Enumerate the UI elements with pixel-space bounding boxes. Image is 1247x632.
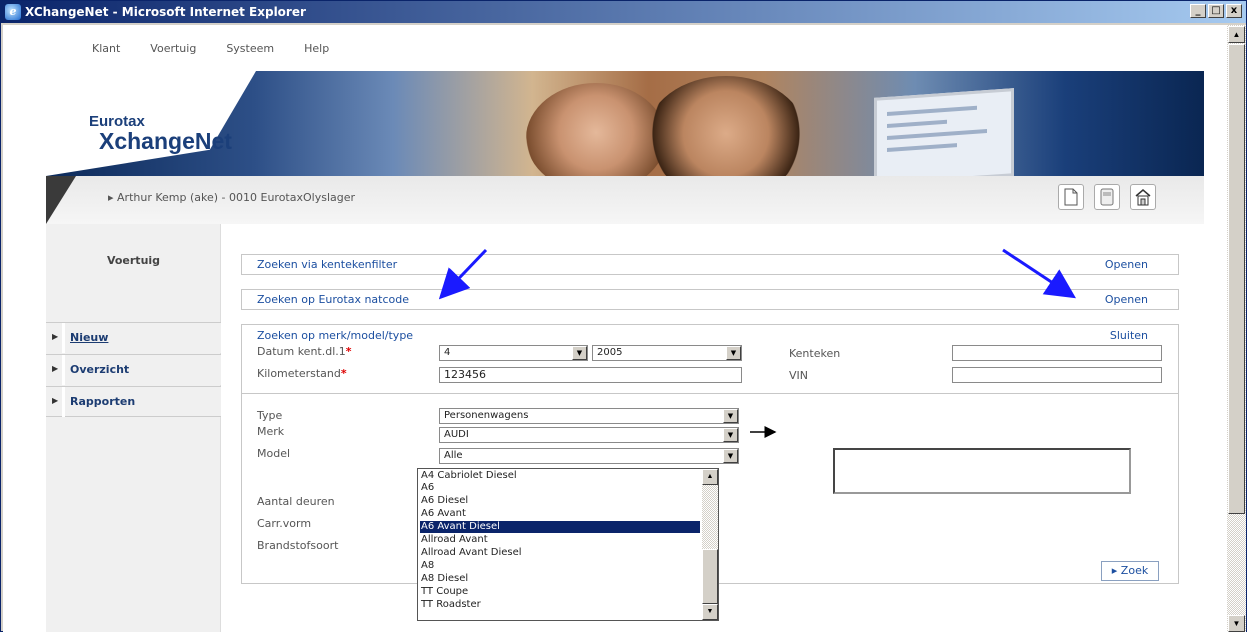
site: Klant Voertuig Systeem Help Eurotax Xcha… — [46, 25, 1204, 632]
type-select[interactable]: Personenwagens ▼ — [439, 408, 739, 424]
zoek-button[interactable]: ▸ Zoek — [1101, 561, 1159, 581]
section-divider — [242, 393, 1178, 394]
page-scrollbar[interactable]: ▲ ▼ — [1227, 25, 1246, 632]
chevron-down-icon: ▼ — [723, 428, 738, 442]
list-item[interactable]: A8 — [420, 560, 700, 572]
chevron-down-icon: ▼ — [723, 449, 738, 463]
sidebar-item-overzicht[interactable]: ▶ Overzicht — [46, 354, 221, 385]
list-item[interactable]: A4 Cabriolet Diesel — [420, 470, 700, 482]
panel-kenteken-title[interactable]: Zoeken via kentekenfilter — [257, 258, 397, 271]
main-content: Zoeken via kentekenfilter Openen Zoeken … — [221, 224, 1204, 632]
maximize-button[interactable]: □ — [1208, 4, 1224, 18]
page-viewport: Klant Voertuig Systeem Help Eurotax Xcha… — [3, 25, 1227, 632]
sidebar: Voertuig ▶ Nieuw ▶ Overzicht ▶ Rapporten — [46, 224, 221, 632]
merk-label: Merk — [257, 425, 285, 438]
list-item[interactable]: A6 Avant — [420, 508, 700, 520]
km-label: Kilometerstand* — [257, 367, 347, 380]
sidebar-item-label[interactable]: Nieuw — [70, 331, 108, 344]
brand-panel — [46, 71, 256, 176]
save-icon — [1100, 188, 1114, 206]
arrow-right-icon: ▶ — [52, 364, 59, 373]
browser-window: e XChangeNet - Microsoft Internet Explor… — [0, 0, 1247, 632]
banner-photo-man — [646, 76, 806, 176]
brand-logo-line2: XchangeNet — [99, 128, 232, 154]
dropdown-scroll-thumb[interactable] — [702, 549, 718, 604]
user-bar: ▸ Arthur Kemp (ake) - 0010 EurotaxOlysla… — [46, 176, 1204, 224]
home-icon — [1135, 189, 1151, 206]
list-item[interactable]: TT Roadster — [420, 599, 700, 611]
close-button[interactable]: x — [1226, 4, 1242, 18]
vin-input[interactable] — [952, 367, 1162, 383]
page-scroll-thumb[interactable] — [1228, 44, 1245, 514]
sidebar-item-label[interactable]: Overzicht — [70, 363, 129, 376]
chevron-down-icon: ▼ — [723, 409, 738, 423]
panel-kentekenfilter: Zoeken via kentekenfilter Openen — [241, 254, 1179, 275]
panel-natcode: Zoeken op Eurotax natcode Openen — [241, 289, 1179, 310]
decorative-wedge — [46, 176, 76, 224]
window-title: XChangeNet - Microsoft Internet Explorer — [25, 5, 306, 19]
model-dropdown-list[interactable]: A4 Cabriolet Diesel A6 A6 Diesel A6 Avan… — [417, 468, 719, 621]
datum-month-select[interactable]: 4 ▼ — [439, 345, 588, 361]
sidebar-item-label[interactable]: Rapporten — [70, 395, 135, 408]
menu-voertuig[interactable]: Voertuig — [150, 42, 196, 55]
result-listbox[interactable] — [833, 448, 1131, 494]
title-bar: e XChangeNet - Microsoft Internet Explor… — [1, 1, 1246, 23]
scroll-up-icon[interactable]: ▲ — [702, 469, 718, 485]
menu-help[interactable]: Help — [304, 42, 329, 55]
top-menu: Klant Voertuig Systeem Help — [46, 25, 1204, 71]
sidebar-item-rapporten[interactable]: ▶ Rapporten — [46, 386, 221, 417]
arrow-right-icon: ▶ — [52, 396, 59, 405]
panel-natcode-open-link[interactable]: Openen — [1105, 293, 1148, 306]
new-document-icon — [1064, 188, 1078, 206]
panel-natcode-title[interactable]: Zoeken op Eurotax natcode — [257, 293, 409, 306]
kenteken-input[interactable] — [952, 345, 1162, 361]
home-button[interactable] — [1130, 184, 1156, 210]
banner: Eurotax XchangeNet — [46, 71, 1204, 176]
menu-systeem[interactable]: Systeem — [226, 42, 274, 55]
panel-kenteken-open-link[interactable]: Openen — [1105, 258, 1148, 271]
banner-monitor — [874, 88, 1014, 176]
list-item-selected[interactable]: A6 Avant Diesel — [420, 521, 700, 533]
chevron-down-icon: ▼ — [726, 346, 741, 360]
datum-label: Datum kent.dl.1* — [257, 345, 352, 358]
list-item[interactable]: TT Coupe — [420, 586, 700, 598]
model-label: Model — [257, 447, 291, 460]
new-document-button[interactable] — [1058, 184, 1084, 210]
list-item[interactable]: A8 Diesel — [420, 573, 700, 585]
chevron-down-icon: ▼ — [572, 346, 587, 360]
dropdown-scrollbar[interactable]: ▲ ▼ — [702, 469, 718, 620]
vin-label: VIN — [789, 369, 808, 382]
merk-select[interactable]: AUDI ▼ — [439, 427, 739, 443]
list-item[interactable]: A6 Diesel — [420, 495, 700, 507]
datum-year-select[interactable]: 2005 ▼ — [592, 345, 742, 361]
ie-icon: e — [5, 4, 21, 20]
brandstof-label: Brandstofsoort — [257, 539, 339, 552]
banner-photo-woman — [526, 83, 666, 176]
scroll-down-icon[interactable]: ▼ — [702, 604, 718, 620]
minimize-button[interactable]: _ — [1190, 4, 1206, 18]
sidebar-section-title: Voertuig — [106, 254, 161, 267]
save-button[interactable] — [1094, 184, 1120, 210]
menu-klant[interactable]: Klant — [92, 42, 120, 55]
scroll-down-icon[interactable]: ▼ — [1228, 615, 1245, 632]
scroll-up-icon[interactable]: ▲ — [1228, 26, 1245, 43]
type-label: Type — [257, 409, 283, 422]
sidebar-item-nieuw[interactable]: ▶ Nieuw — [46, 322, 221, 353]
model-select[interactable]: Alle ▼ — [439, 448, 739, 464]
list-item[interactable]: A6 — [420, 482, 700, 494]
km-input[interactable]: 123456 — [439, 367, 742, 383]
panel-merk-title[interactable]: Zoeken op merk/model/type — [257, 329, 413, 342]
list-item[interactable]: Allroad Avant — [420, 534, 700, 546]
panel-merk-close-link[interactable]: Sluiten — [1110, 329, 1148, 342]
arrow-right-icon: ▶ — [52, 332, 59, 341]
carrvorm-label: Carr.vorm — [257, 517, 312, 530]
user-info: ▸ Arthur Kemp (ake) - 0010 EurotaxOlysla… — [108, 191, 356, 204]
kenteken-label: Kenteken — [789, 347, 841, 360]
list-item[interactable]: Allroad Avant Diesel — [420, 547, 700, 559]
deuren-label: Aantal deuren — [257, 495, 335, 508]
